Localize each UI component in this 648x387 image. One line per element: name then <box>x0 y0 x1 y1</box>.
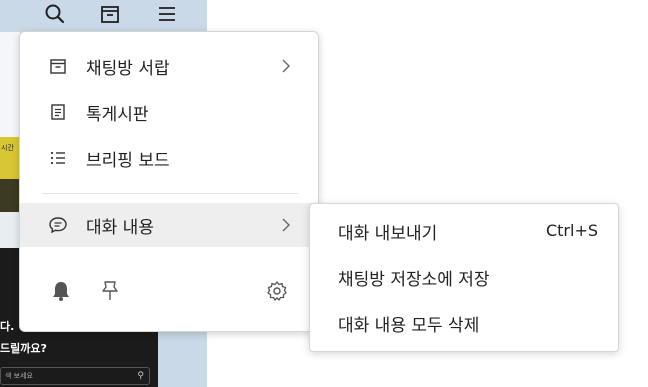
submenu-item-delete-all[interactable]: 대화 내용 모두 삭제 <box>310 299 618 345</box>
shortcut-label: Ctrl+S <box>545 221 598 240</box>
drawer-icon <box>99 3 121 29</box>
menu-item-chat-drawer[interactable]: 채팅방 서랍 <box>20 44 318 88</box>
menu-item-conversation[interactable]: 대화 내용 <box>20 203 318 247</box>
drawer-button[interactable] <box>93 0 127 32</box>
context-menu: 채팅방 서랍 톡게시판 브리핑 보드 대화 내용 <box>19 31 319 332</box>
list-icon <box>48 148 68 168</box>
banner-ad[interactable]: 시간 <box>0 137 20 212</box>
menu-divider <box>42 193 298 194</box>
menu-item-label: 브리핑 보드 <box>86 150 170 171</box>
drawer-icon <box>48 56 68 76</box>
submenu-item-export-chat[interactable]: 대화 내보내기 Ctrl+S <box>310 207 618 253</box>
search-icon <box>44 3 66 29</box>
hamburger-icon <box>156 3 178 29</box>
search-icon: ⚲ <box>137 371 144 381</box>
dark-search-input[interactable]: 색 보세요 ⚲ <box>0 367 150 385</box>
submenu-item-label: 대화 내보내기 <box>338 224 438 244</box>
banner-image <box>0 179 20 212</box>
dark-panel-text-2: 드릴까요? <box>0 342 47 355</box>
pin-icon <box>100 280 120 306</box>
board-icon <box>48 102 68 122</box>
chevron-right-icon <box>278 215 294 235</box>
top-toolbar <box>0 0 207 32</box>
menu-item-talk-board[interactable]: 톡게시판 <box>20 90 318 134</box>
submenu-item-save-to-storage[interactable]: 채팅방 저장소에 저장 <box>310 253 618 299</box>
conversation-submenu: 대화 내보내기 Ctrl+S 채팅방 저장소에 저장 대화 내용 모두 삭제 <box>309 203 619 352</box>
menu-item-label: 채팅방 서랍 <box>86 58 170 79</box>
menu-button[interactable] <box>150 0 184 32</box>
chat-list-item[interactable] <box>0 32 20 137</box>
bell-icon <box>51 280 71 306</box>
menu-item-label: 대화 내용 <box>86 217 154 238</box>
dark-search-placeholder: 색 보세요 <box>5 372 33 380</box>
pin-button[interactable] <box>98 281 122 305</box>
chevron-right-icon <box>278 56 294 76</box>
chat-list-item[interactable] <box>0 212 20 248</box>
gear-icon <box>266 280 288 306</box>
dark-panel-text-1: 다. <box>0 320 15 333</box>
menu-item-briefing-board[interactable]: 브리핑 보드 <box>20 136 318 180</box>
menu-item-label: 톡게시판 <box>86 104 149 125</box>
search-button[interactable] <box>38 0 72 32</box>
notification-button[interactable] <box>49 281 73 305</box>
submenu-item-label: 채팅방 저장소에 저장 <box>338 270 490 290</box>
submenu-item-label: 대화 내용 모두 삭제 <box>338 316 480 336</box>
settings-button[interactable] <box>265 281 289 305</box>
chat-bubble-icon <box>48 215 68 235</box>
banner-text: 시간 <box>1 144 14 152</box>
